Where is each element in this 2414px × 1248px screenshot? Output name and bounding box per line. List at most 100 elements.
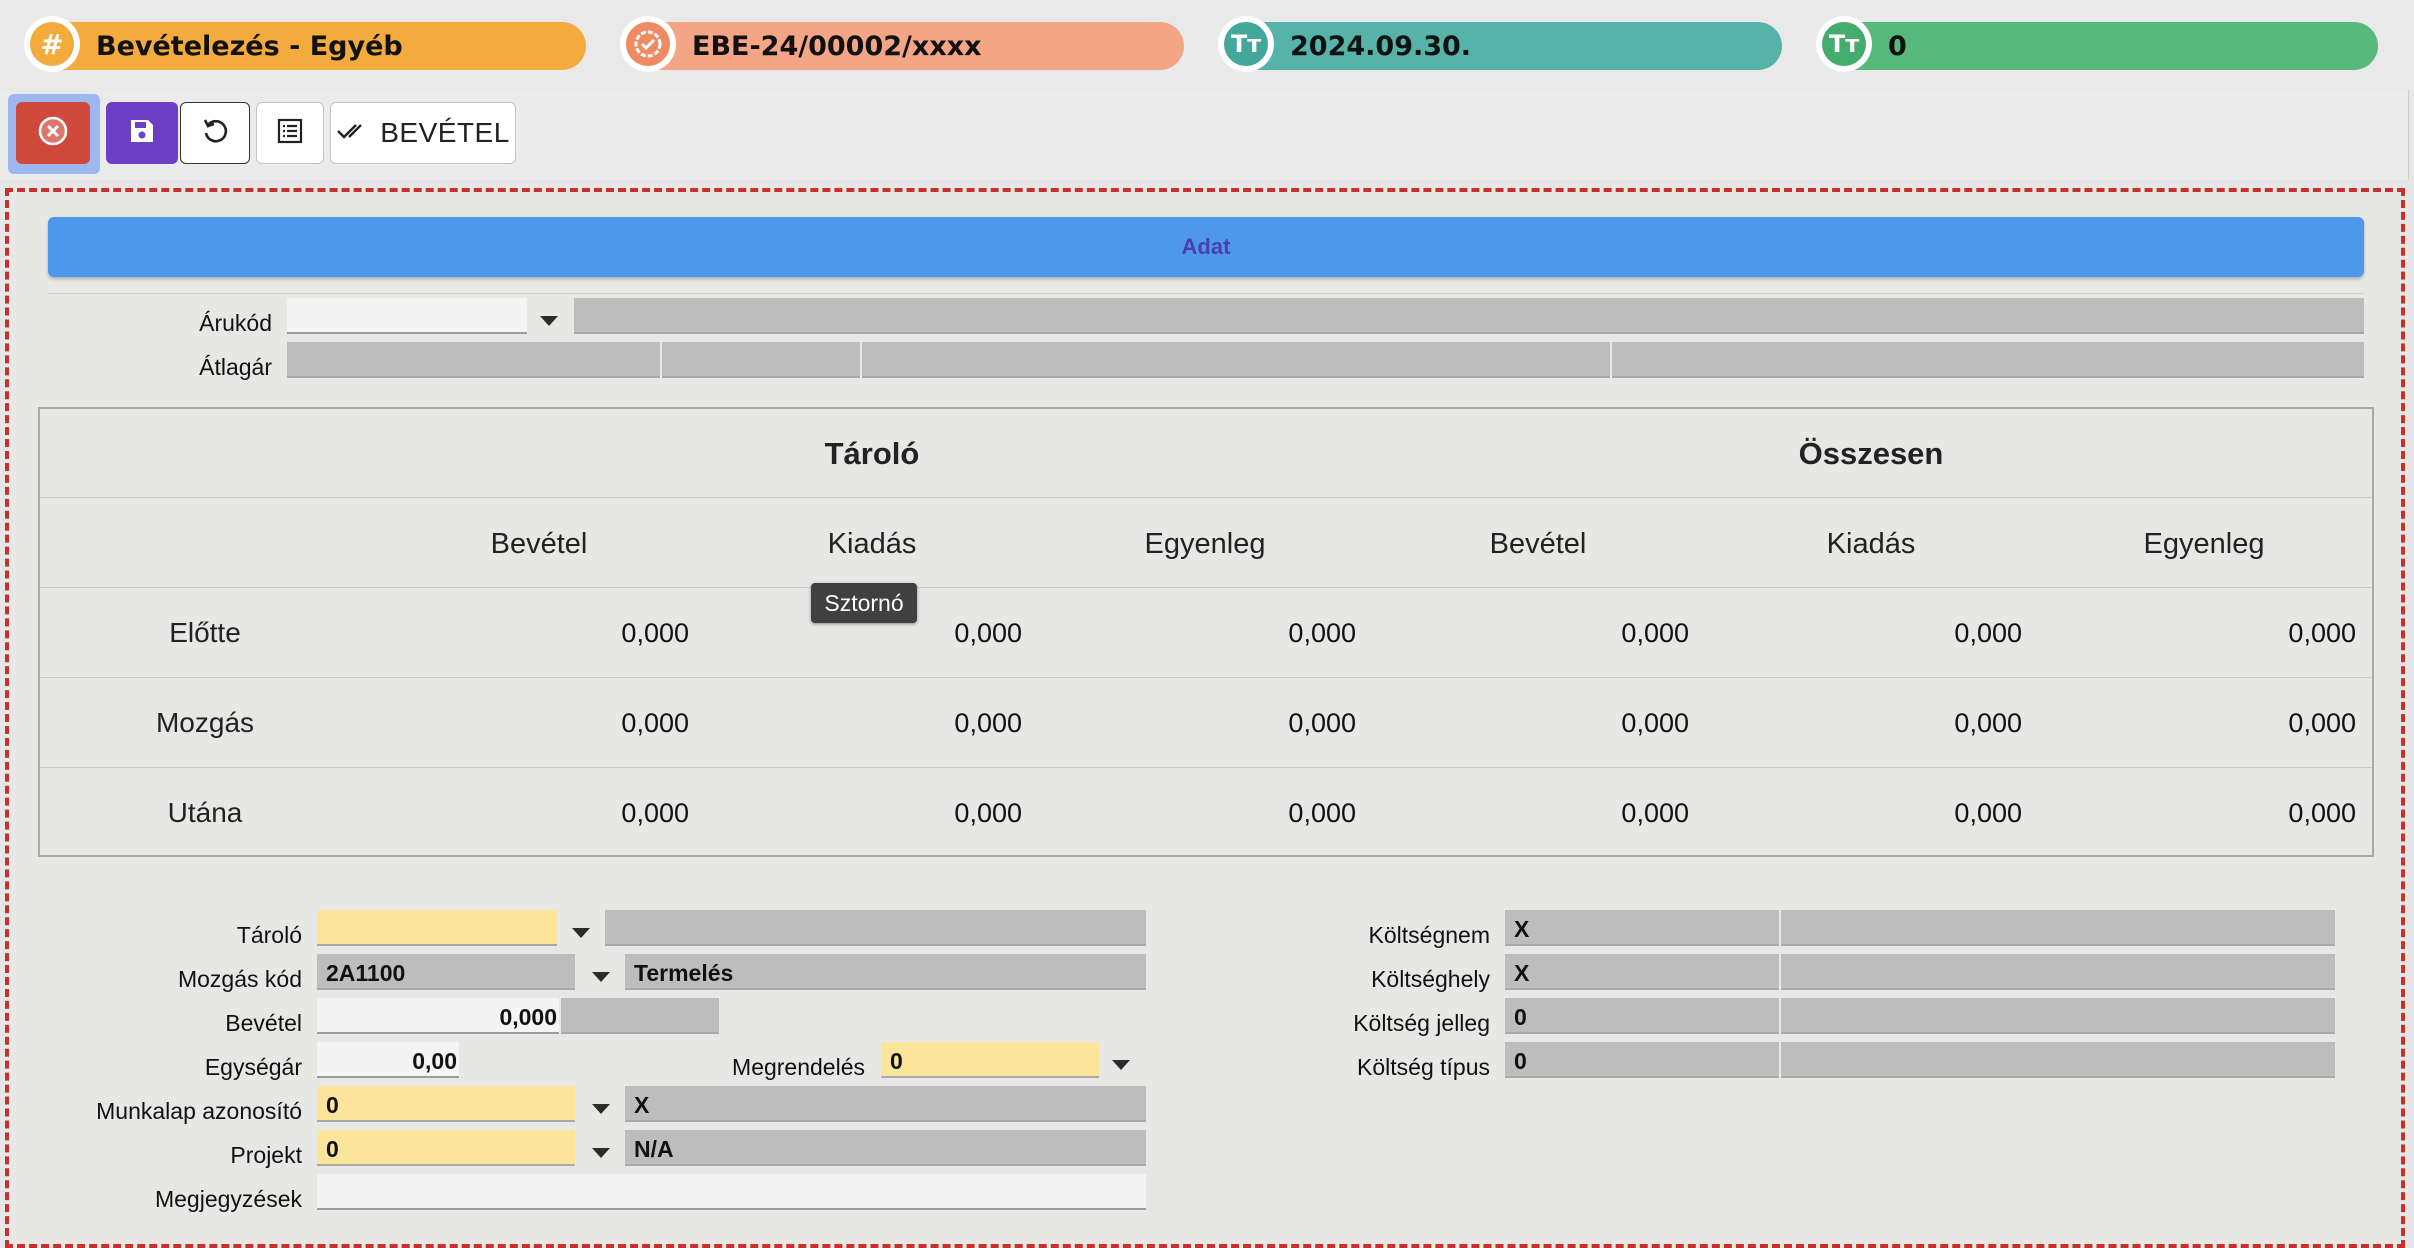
undo-icon [200,116,230,151]
koltseg-tipus-description [1781,1042,2335,1078]
list-button[interactable] [256,102,324,164]
megjegyzesek-label: Megjegyzések [154,1186,302,1212]
megjegyzesek-input[interactable] [317,1174,1146,1210]
table-cell: 0,000 [1954,618,2022,648]
cancel-button[interactable] [16,102,90,164]
list-icon [276,117,304,150]
tarolo-input[interactable] [317,910,557,946]
table-cell: 0,000 [1954,798,2022,828]
table-cell: 0,000 [621,618,689,648]
atlagar-field-2 [662,342,860,378]
projekt-description [625,1130,1146,1166]
koltsegnem-label: Költségnem [1368,922,1490,948]
table-cell: 0,000 [2288,798,2356,828]
munkalap-dropdown-caret-icon[interactable] [592,1104,610,1114]
koltsegnem-value: X [1514,916,1530,942]
date-pill: Tт 2024.09.30. [1218,16,1782,72]
koltseghely-label: Költséghely [1371,966,1490,992]
text-type-icon: Tт [1816,16,1872,72]
arukod-dropdown-caret-icon[interactable] [540,316,558,326]
divider [48,293,2364,294]
table-cell: 0,000 [1288,798,1356,828]
table-divider [40,767,2372,768]
tarolo-label: Tároló [236,922,302,948]
koltseg-jelleg-value: 0 [1514,1004,1527,1030]
col-header-egyenleg-total: Egyenleg [2143,528,2265,560]
mozgas-kod-dropdown-caret-icon[interactable] [592,972,610,982]
atlagar-field-4 [1612,342,2364,378]
tarolo-dropdown-caret-icon[interactable] [572,928,590,938]
koltseg-tipus-label: Költség típus [1357,1054,1490,1080]
megrendeles-value: 0 [890,1048,903,1074]
table-cell: 0,000 [954,708,1022,738]
doc-number-pill: EBE-24/00002/xxxx [620,16,1184,72]
table-cell: 0,000 [1621,618,1689,648]
doc-number-text: EBE-24/00002/xxxx [692,30,982,62]
bevetel-label: Bevétel [225,1010,302,1036]
table-divider [40,587,2372,588]
projekt-desc-value: N/A [634,1136,674,1162]
atlagar-field-3 [862,342,1610,378]
check-badge-icon [620,16,676,72]
koltseg-jelleg-input[interactable] [1505,998,1779,1034]
projekt-value: 0 [326,1136,339,1162]
close-circle-icon [38,116,68,151]
header-bar: # Bevételezés - Egyéb EBE-24/00002/xxxx … [0,0,2414,90]
save-icon [128,117,156,150]
table-cell: 0,000 [2288,708,2356,738]
date-text: 2024.09.30. [1290,30,1472,62]
koltsegnem-input[interactable] [1505,910,1779,946]
save-button[interactable] [106,102,178,164]
bevetel-value: 0,000 [499,1004,557,1030]
section-header-adat[interactable]: Adat [48,217,2364,277]
double-check-icon [336,117,372,149]
koltsegnem-description [1781,910,2335,946]
megrendeles-input[interactable] [881,1042,1099,1078]
koltseghely-description [1781,954,2335,990]
arukod-input[interactable] [287,298,527,334]
mozgas-kod-label: Mozgás kód [177,966,302,992]
section-title: Adat [1181,234,1231,259]
mozgas-kod-value: 2A1100 [326,960,406,986]
count-text: 0 [1888,30,1907,62]
table-cell: 0,000 [1621,798,1689,828]
megrendeles-label: Megrendelés [732,1054,865,1080]
table-cell: 0,000 [1288,618,1356,648]
munkalap-input[interactable] [317,1086,575,1122]
table-cell: 0,000 [621,708,689,738]
col-header-kiadas-total: Kiadás [1826,528,1916,560]
col-header-bevetel-total: Bevétel [1489,528,1587,560]
tarolo-description [605,910,1146,946]
table-cell: 0,000 [1621,708,1689,738]
table-cell: 0,000 [954,798,1022,828]
megrendeles-dropdown-caret-icon[interactable] [1112,1060,1130,1070]
table-divider [40,677,2372,678]
arukod-label: Árukód [199,310,272,336]
koltseg-tipus-input[interactable] [1505,1042,1779,1078]
egysegar-label: Egységár [204,1054,302,1080]
table-cell: 0,000 [2288,618,2356,648]
koltseg-jelleg-description [1781,998,2335,1034]
row-label-utana: Utána [167,797,243,828]
atlagar-field-1 [287,342,660,378]
doc-type-text: Bevételezés - Egyéb [96,30,403,62]
reset-button[interactable] [180,102,250,164]
col-header-kiadas: Kiadás [827,528,917,560]
koltseghely-input[interactable] [1505,954,1779,990]
table-divider [40,497,2372,498]
koltseghely-value: X [1514,960,1530,986]
income-button-label: BEVÉTEL [380,117,510,148]
atlagar-label: Átlagár [199,354,272,380]
projekt-label: Projekt [230,1142,302,1168]
projekt-dropdown-caret-icon[interactable] [592,1148,610,1158]
munkalap-description [625,1086,1146,1122]
munkalap-label: Munkalap azonosító [96,1098,302,1124]
arukod-description [574,298,2364,334]
koltseg-tipus-value: 0 [1514,1048,1527,1074]
tooltip: Sztornó [811,583,917,623]
income-button[interactable]: BEVÉTEL [330,102,516,164]
munkalap-value: 0 [326,1092,339,1118]
col-header-egyenleg: Egyenleg [1144,528,1266,560]
projekt-input[interactable] [317,1130,575,1166]
mozgas-kod-desc-value: Termelés [634,960,734,986]
